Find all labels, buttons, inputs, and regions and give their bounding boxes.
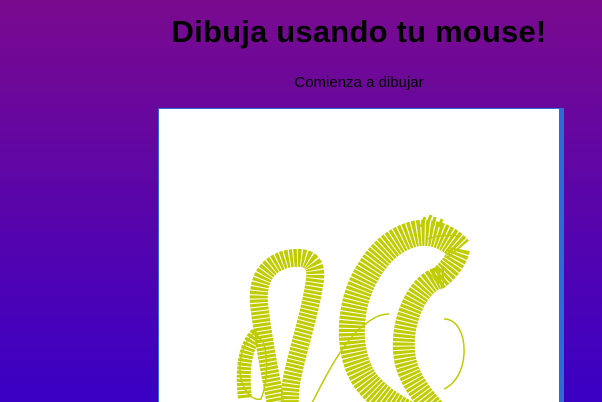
thin-stroke-right-loop [443,318,465,390]
drawing-layer [236,214,470,402]
drawn-strokes [236,214,470,402]
page-subtitle: Comienza a dibujar [294,74,424,91]
page-title: Dibuja usando tu mouse! [171,14,547,49]
thick-stroke-left-tail [236,329,263,400]
drawing-canvas[interactable] [159,109,559,402]
thick-stroke-left [249,248,325,402]
thick-stroke-right-inner [392,266,445,402]
